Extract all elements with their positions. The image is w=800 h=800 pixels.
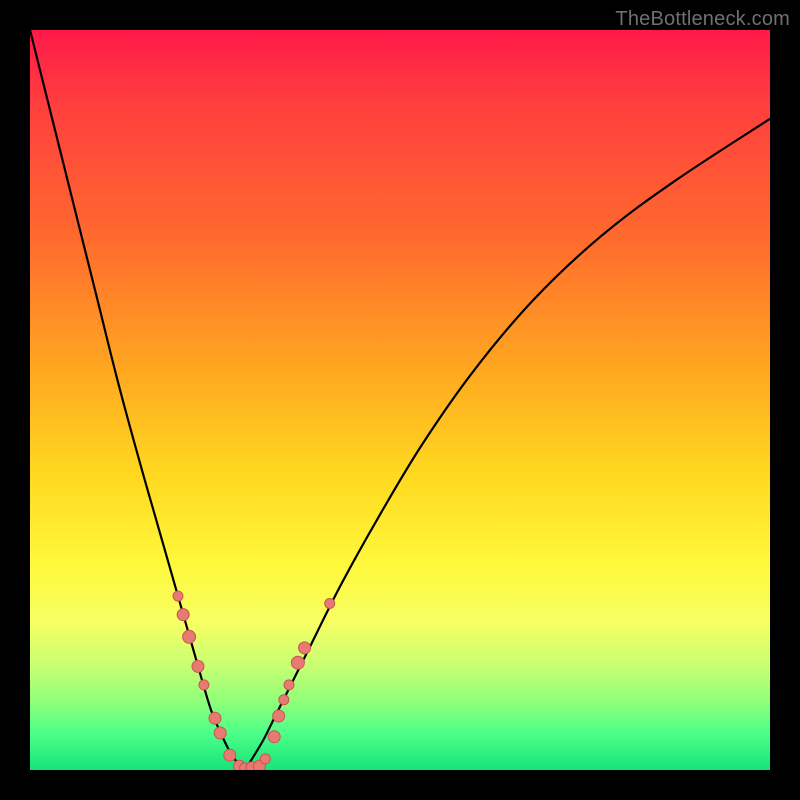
curves-svg xyxy=(30,30,770,770)
watermark-text: TheBottleneck.com xyxy=(615,8,790,31)
data-point xyxy=(299,642,311,654)
data-point xyxy=(199,680,209,690)
data-point xyxy=(209,712,221,724)
data-point xyxy=(260,754,270,764)
data-point xyxy=(173,591,183,601)
data-point xyxy=(183,630,196,643)
data-point xyxy=(291,656,304,669)
plot-area xyxy=(30,30,770,770)
data-point xyxy=(192,660,204,672)
data-point xyxy=(279,695,289,705)
data-point xyxy=(325,599,335,609)
right-curve xyxy=(245,119,770,770)
data-point xyxy=(273,710,285,722)
data-point xyxy=(268,731,280,743)
left-curve xyxy=(30,30,245,770)
chart-frame: TheBottleneck.com xyxy=(0,0,800,800)
data-point xyxy=(284,680,294,690)
sample-dots xyxy=(173,591,335,770)
data-point xyxy=(224,749,236,761)
data-point xyxy=(177,609,189,621)
data-point xyxy=(214,727,226,739)
